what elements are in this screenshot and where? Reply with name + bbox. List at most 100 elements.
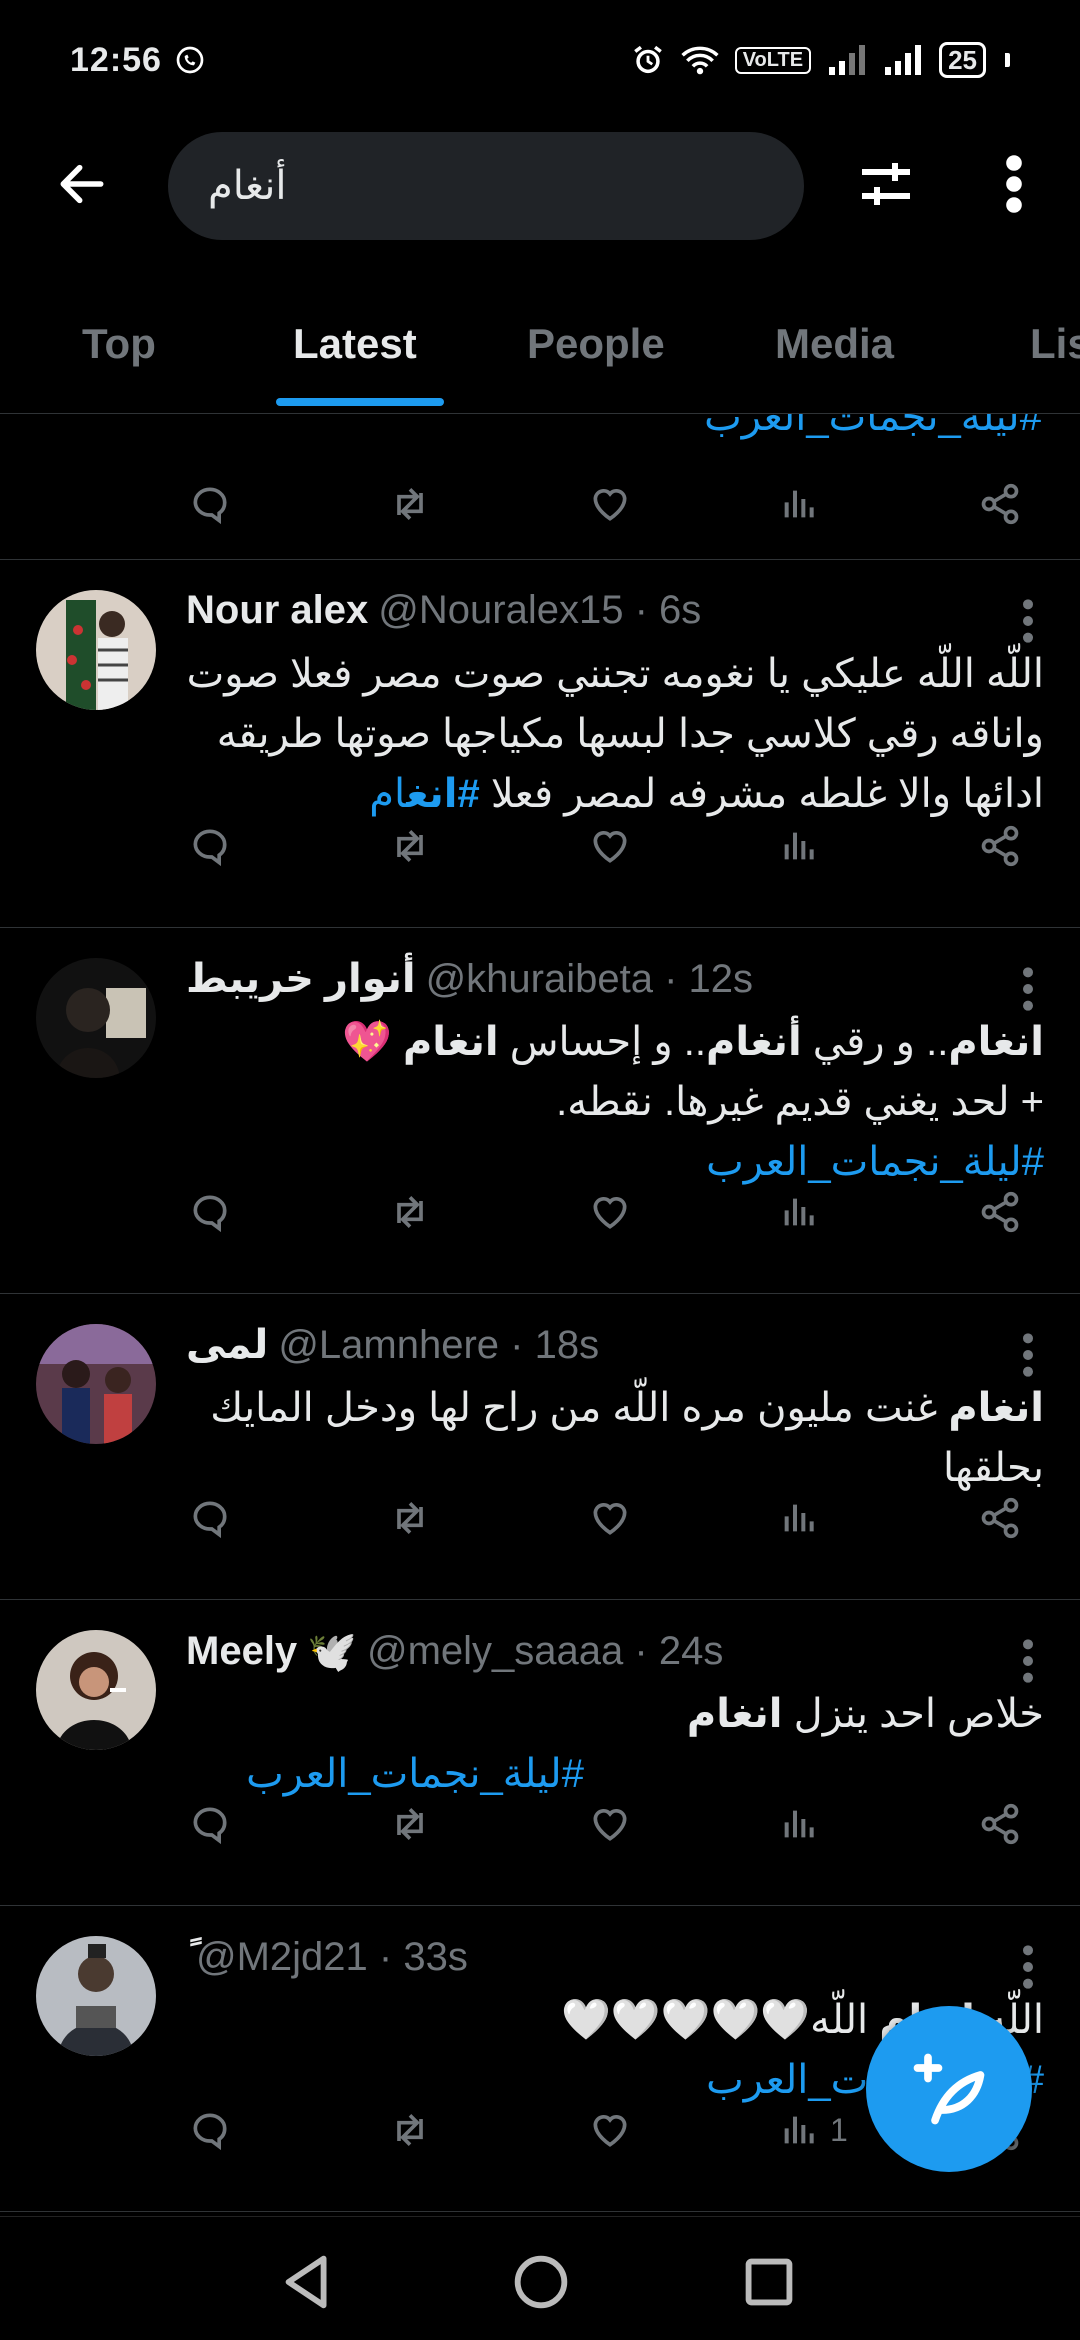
like-button[interactable] bbox=[580, 816, 640, 876]
reply-button[interactable] bbox=[180, 474, 240, 534]
share-button[interactable] bbox=[970, 474, 1030, 534]
nav-home-button[interactable] bbox=[506, 2247, 576, 2317]
tweet[interactable]: Meely 🕊️ @mely_saaaa · 24s خلاص احد ينزل… bbox=[0, 1600, 1080, 1906]
tweet-menu-button[interactable] bbox=[1016, 964, 1040, 1014]
views-button[interactable] bbox=[770, 2100, 830, 2160]
bar-chart-icon bbox=[784, 2116, 814, 2144]
reply-button[interactable] bbox=[180, 2100, 240, 2160]
handle-and-time[interactable]: @mely_saaaa · 24s bbox=[367, 1629, 723, 1674]
tweet-header: Meely 🕊️ @mely_saaaa · 24s bbox=[186, 1628, 723, 1675]
tab-lists[interactable]: Lis bbox=[1030, 320, 1080, 368]
tab-people[interactable]: People bbox=[527, 320, 665, 368]
tweet[interactable]: أنوار خريبط @khuraibeta · 12s انغام.. و … bbox=[0, 928, 1080, 1294]
status-icons: VoLTE 25 bbox=[631, 42, 1010, 78]
tweet-menu-button[interactable] bbox=[1016, 1636, 1040, 1686]
retweet-button[interactable] bbox=[380, 2100, 440, 2160]
like-button[interactable] bbox=[580, 1488, 640, 1548]
retweet-icon bbox=[397, 830, 423, 862]
tab-media[interactable]: Media bbox=[775, 320, 894, 368]
tweet-feed[interactable]: #ليلة_نجمات_العرب Nour alex @Nouralex15 … bbox=[0, 414, 1080, 2216]
retweet-button[interactable] bbox=[380, 1488, 440, 1548]
avatar[interactable] bbox=[36, 590, 156, 710]
keyword: انغام bbox=[402, 1020, 499, 1064]
keyword: انغام bbox=[948, 1386, 1044, 1430]
volte-badge: VoLTE bbox=[734, 46, 812, 74]
views-button[interactable] bbox=[770, 1182, 830, 1242]
reply-button[interactable] bbox=[180, 1488, 240, 1548]
retweet-button[interactable] bbox=[380, 1182, 440, 1242]
tweet-text: انغام غنت مليون مره اللّه من راح لها ودخ… bbox=[180, 1378, 1044, 1498]
hashtag-rest: ام bbox=[369, 772, 407, 816]
handle-and-time[interactable]: @khuraibeta · 12s bbox=[426, 957, 753, 1002]
reply-button[interactable] bbox=[180, 1182, 240, 1242]
tweet-menu-button[interactable] bbox=[1016, 596, 1040, 646]
avatar[interactable] bbox=[36, 958, 156, 1078]
nav-back-button[interactable] bbox=[274, 2247, 344, 2317]
avatar-image bbox=[36, 1630, 156, 1750]
tab-latest[interactable]: Latest bbox=[293, 320, 417, 368]
handle-and-time[interactable]: @Nouralex15 · 6s bbox=[378, 588, 701, 633]
views-button[interactable] bbox=[770, 1488, 830, 1548]
tweet-header: ً @M2jd21 · 33s bbox=[186, 1934, 468, 1980]
tweet-partial[interactable]: #ليلة_نجمات_العرب bbox=[0, 414, 1080, 560]
tweet-menu-button[interactable] bbox=[1016, 1330, 1040, 1380]
tweet-line: اللّه اللّه عليكي يا نغومه تجنني صوت مصر… bbox=[186, 652, 1044, 696]
active-tab-indicator bbox=[276, 398, 444, 406]
tweet[interactable]: لمى @Lamnhere · 18s انغام غنت مليون مره … bbox=[0, 1294, 1080, 1600]
tweet-actions bbox=[180, 1182, 1050, 1242]
retweet-icon bbox=[397, 1808, 423, 1840]
avatar[interactable] bbox=[36, 1630, 156, 1750]
whatsapp-icon bbox=[176, 46, 204, 74]
tweet-line-text: ادائها والا غلطه مشرفه لمصر فعلا bbox=[490, 772, 1044, 816]
more-vertical-icon bbox=[1023, 967, 1033, 1011]
wifi-icon bbox=[681, 46, 719, 75]
display-name[interactable]: أنوار خريبط bbox=[186, 956, 416, 1002]
retweet-icon bbox=[397, 488, 423, 520]
hashtag-link[interactable]: #انغام bbox=[369, 772, 480, 816]
tweet[interactable]: Nour alex @Nouralex15 · 6s اللّه اللّه ع… bbox=[0, 560, 1080, 928]
retweet-icon bbox=[397, 2114, 423, 2146]
tweet-header: Nour alex @Nouralex15 · 6s bbox=[186, 588, 701, 633]
handle-and-time[interactable]: @M2jd21 · 33s bbox=[196, 1935, 468, 1980]
like-button[interactable] bbox=[580, 474, 640, 534]
status-time-group: 12:56 bbox=[70, 41, 206, 80]
share-button[interactable] bbox=[970, 816, 1030, 876]
reply-button[interactable] bbox=[180, 1794, 240, 1854]
nav-recents-button[interactable] bbox=[734, 2247, 804, 2317]
filter-button[interactable] bbox=[850, 148, 922, 220]
tab-top[interactable]: Top bbox=[82, 320, 156, 368]
retweet-icon bbox=[397, 1196, 423, 1228]
views-button[interactable] bbox=[770, 816, 830, 876]
retweet-button[interactable] bbox=[380, 474, 440, 534]
display-name[interactable]: لمى bbox=[186, 1322, 268, 1368]
share-button[interactable] bbox=[970, 1182, 1030, 1242]
bar-chart-icon bbox=[784, 1504, 814, 1532]
retweet-button[interactable] bbox=[380, 816, 440, 876]
compose-tweet-button[interactable] bbox=[866, 2006, 1032, 2172]
share-button[interactable] bbox=[970, 1488, 1030, 1548]
retweet-button[interactable] bbox=[380, 1794, 440, 1854]
avatar[interactable] bbox=[36, 1324, 156, 1444]
more-options-button[interactable] bbox=[984, 148, 1044, 220]
tweet-actions bbox=[180, 1488, 1050, 1548]
handle-and-time[interactable]: @Lamnhere · 18s bbox=[278, 1323, 599, 1368]
views-button[interactable] bbox=[770, 474, 830, 534]
tweet-menu-button[interactable] bbox=[1016, 1942, 1040, 1992]
views-button[interactable] bbox=[770, 1794, 830, 1854]
dove-emoji: 🕊️ bbox=[307, 1630, 357, 1674]
share-icon bbox=[981, 825, 1019, 867]
display-name[interactable]: Nour alex bbox=[186, 588, 368, 633]
display-name[interactable]: Meely bbox=[186, 1629, 297, 1674]
back-button[interactable] bbox=[46, 148, 118, 220]
avatar[interactable] bbox=[36, 1936, 156, 2056]
reply-icon bbox=[193, 487, 227, 525]
search-tabs: Top Latest People Media Lis bbox=[0, 290, 1080, 414]
like-button[interactable] bbox=[580, 1182, 640, 1242]
hashtag-link[interactable]: #ليلة_نجمات_العرب bbox=[704, 414, 1042, 440]
reply-button[interactable] bbox=[180, 816, 240, 876]
compose-feather-icon bbox=[913, 2053, 985, 2125]
like-button[interactable] bbox=[580, 2100, 640, 2160]
share-button[interactable] bbox=[970, 1794, 1030, 1854]
like-button[interactable] bbox=[580, 1794, 640, 1854]
search-input[interactable]: أنغام bbox=[168, 132, 804, 240]
